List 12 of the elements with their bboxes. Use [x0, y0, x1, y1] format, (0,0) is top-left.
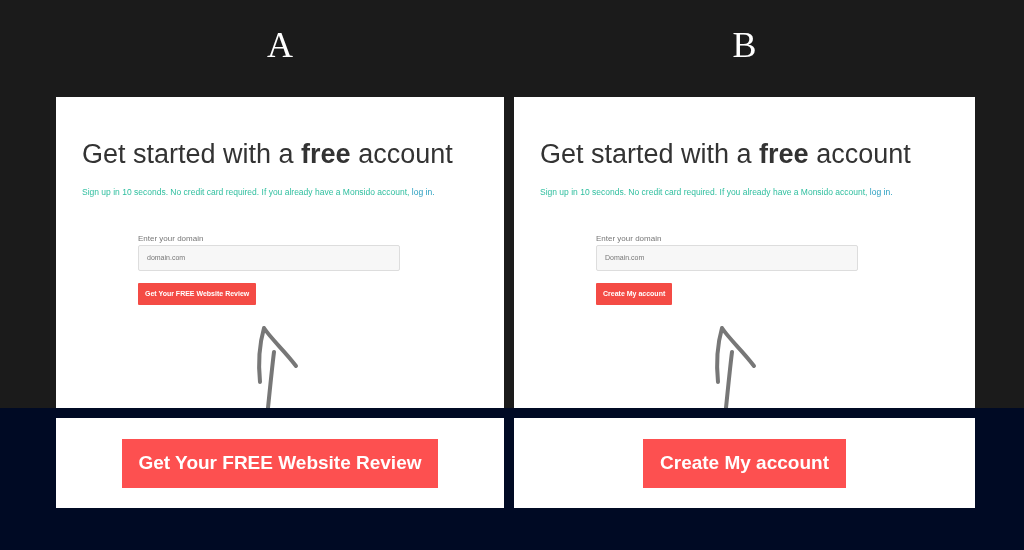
variant-label: B [732, 23, 757, 67]
variant-label: A [267, 23, 293, 67]
cta-button[interactable]: Get Your FREE Website Review [121, 438, 439, 488]
login-link[interactable]: log in. [411, 187, 435, 197]
page-heading: Get started with a free account [540, 139, 911, 169]
page-heading: Get started with a free account [82, 139, 453, 169]
login-link[interactable]: log in. [869, 187, 893, 197]
signup-note: Sign up in 10 seconds. No credit card required. If you already have a Monsido account, log in. [540, 187, 893, 197]
field-label: Enter your domain [138, 234, 205, 243]
signup-note: Sign up in 10 seconds. No credit card required. If you already have a Monsido account, log in. [82, 187, 435, 197]
field-label: Enter your domain [596, 234, 663, 243]
cta-button[interactable]: Create My account [643, 438, 846, 488]
